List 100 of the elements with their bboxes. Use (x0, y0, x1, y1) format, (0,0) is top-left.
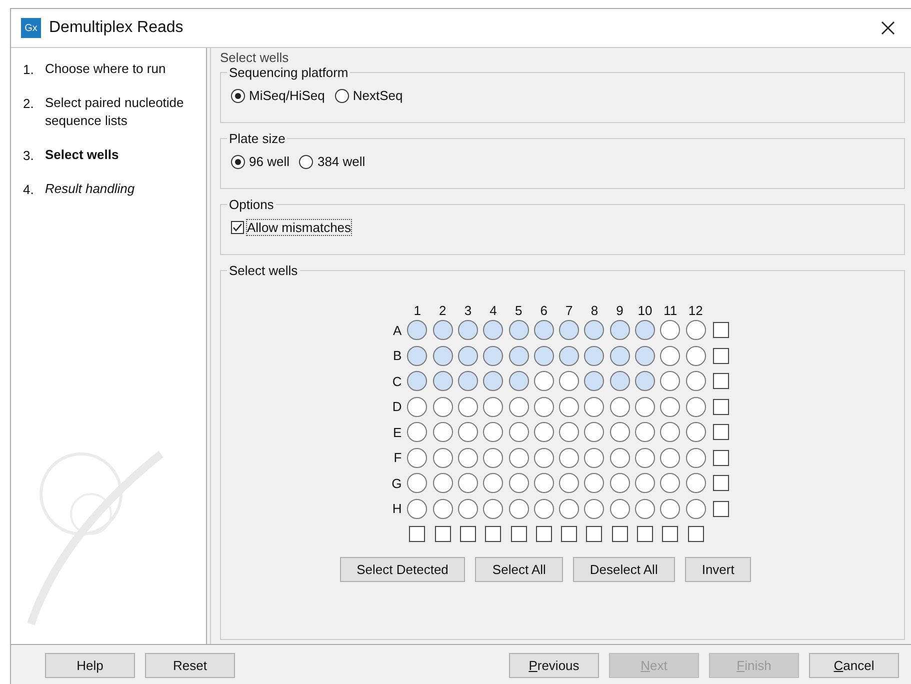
well[interactable] (483, 371, 504, 392)
well[interactable] (432, 346, 453, 366)
well[interactable] (660, 320, 680, 340)
well[interactable] (686, 371, 706, 392)
row-checkbox[interactable] (712, 322, 729, 338)
well[interactable] (483, 396, 504, 417)
well[interactable] (458, 346, 478, 366)
well[interactable] (508, 346, 529, 366)
well[interactable] (610, 448, 630, 468)
well[interactable] (534, 422, 554, 442)
well[interactable] (483, 473, 504, 494)
well[interactable] (508, 473, 529, 494)
well[interactable] (534, 320, 554, 340)
well[interactable] (483, 448, 504, 468)
well[interactable] (508, 498, 529, 519)
well[interactable] (584, 422, 604, 442)
well[interactable] (610, 396, 630, 417)
radio-button[interactable] (334, 88, 349, 102)
well[interactable] (584, 346, 604, 366)
well[interactable] (534, 396, 554, 417)
radio-option[interactable]: MiSeq/HiSeq (231, 88, 325, 103)
well[interactable] (610, 346, 630, 366)
well[interactable] (534, 371, 554, 392)
well[interactable] (686, 473, 706, 494)
well[interactable] (635, 498, 656, 519)
well[interactable] (635, 422, 656, 442)
well[interactable] (610, 371, 630, 392)
well[interactable] (686, 448, 706, 468)
well[interactable] (584, 498, 604, 519)
well[interactable] (559, 448, 580, 468)
well[interactable] (483, 422, 504, 442)
well[interactable] (432, 448, 453, 468)
action-button[interactable]: Invert (684, 557, 752, 582)
well[interactable] (407, 371, 428, 392)
well[interactable] (559, 422, 580, 442)
close-icon[interactable] (881, 21, 895, 35)
well[interactable] (584, 396, 604, 417)
well[interactable] (407, 396, 428, 417)
radio-option[interactable]: 96 well (231, 154, 290, 169)
radio-button[interactable] (231, 154, 245, 168)
well[interactable] (534, 498, 554, 519)
row-checkbox[interactable] (712, 348, 729, 364)
well[interactable] (635, 396, 656, 417)
well[interactable] (660, 473, 680, 494)
well[interactable] (559, 498, 580, 519)
well[interactable] (458, 422, 478, 442)
well[interactable] (458, 371, 478, 392)
column-checkbox[interactable] (688, 526, 704, 542)
well[interactable] (559, 346, 580, 366)
well[interactable] (559, 396, 580, 417)
well[interactable] (584, 448, 604, 468)
radio-button[interactable] (299, 154, 314, 168)
well[interactable] (508, 448, 529, 468)
well[interactable] (660, 498, 680, 519)
well[interactable] (660, 422, 680, 442)
well[interactable] (407, 346, 428, 366)
well[interactable] (432, 498, 453, 519)
well[interactable] (407, 448, 428, 468)
well[interactable] (432, 320, 453, 340)
well[interactable] (432, 396, 453, 417)
well[interactable] (483, 498, 504, 519)
row-checkbox[interactable] (712, 475, 729, 492)
well[interactable] (584, 320, 604, 340)
row-checkbox[interactable] (712, 373, 729, 390)
well[interactable] (508, 422, 529, 442)
well[interactable] (458, 473, 478, 494)
dialog-button[interactable]: Cancel (809, 652, 899, 678)
well[interactable] (686, 498, 706, 519)
column-checkbox[interactable] (536, 526, 552, 542)
dialog-button[interactable]: Previous (509, 652, 599, 678)
well[interactable] (483, 320, 504, 340)
well[interactable] (635, 371, 656, 392)
well[interactable] (610, 422, 630, 442)
row-checkbox[interactable] (712, 500, 729, 517)
dialog-button[interactable]: Help (45, 652, 135, 678)
well[interactable] (686, 320, 706, 340)
well[interactable] (407, 498, 428, 519)
well[interactable] (610, 320, 630, 340)
row-checkbox[interactable] (712, 450, 729, 466)
well[interactable] (534, 473, 554, 494)
well[interactable] (660, 346, 680, 366)
well[interactable] (610, 498, 630, 519)
column-checkbox[interactable] (586, 526, 602, 542)
dialog-button[interactable]: Reset (145, 652, 235, 678)
well[interactable] (407, 473, 428, 494)
well[interactable] (508, 320, 529, 340)
well[interactable] (534, 346, 554, 366)
row-checkbox[interactable] (712, 424, 729, 440)
well[interactable] (458, 498, 478, 519)
well[interactable] (635, 346, 656, 366)
column-checkbox[interactable] (561, 526, 578, 542)
well[interactable] (458, 320, 478, 340)
column-checkbox[interactable] (510, 526, 527, 542)
row-checkbox[interactable] (712, 398, 729, 415)
well[interactable] (686, 346, 706, 366)
action-button[interactable]: Deselect All (572, 557, 675, 582)
action-button[interactable]: Select All (475, 557, 563, 582)
well[interactable] (458, 448, 478, 468)
well[interactable] (610, 473, 630, 494)
well[interactable] (407, 320, 428, 340)
